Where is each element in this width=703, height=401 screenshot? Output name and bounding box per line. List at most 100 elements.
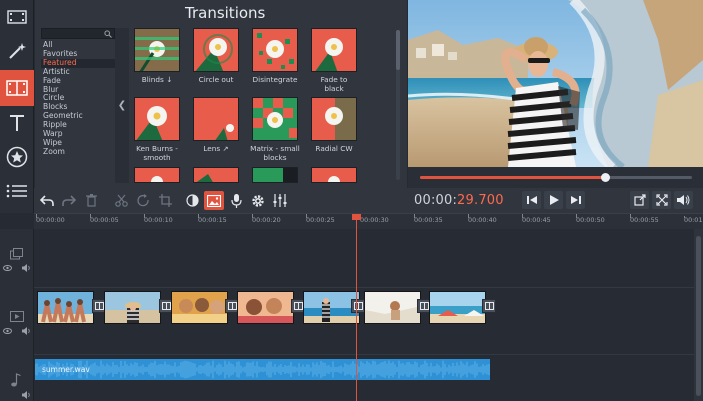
- crop-button[interactable]: [155, 191, 175, 210]
- transition-label: Disintegrate: [252, 75, 298, 84]
- transition-icon: [94, 302, 104, 310]
- timecode-main: 00:00:: [414, 193, 458, 208]
- transition-thumbnail-radial-cw[interactable]: [311, 97, 357, 141]
- play-button[interactable]: [544, 191, 563, 209]
- ruler-tick-label: 00:00:35: [414, 214, 443, 224]
- chevron-left-icon: ❮: [117, 100, 127, 111]
- eye-icon[interactable]: [3, 265, 12, 271]
- transition-label: Matrix - small blocks: [250, 144, 300, 162]
- video-clip[interactable]: [237, 291, 294, 324]
- redo-icon: [62, 194, 76, 206]
- transition-thumbnail[interactable]: [311, 167, 357, 183]
- trash-icon: [85, 194, 97, 207]
- transition-icon: [161, 302, 171, 310]
- category-list: All Favorites Featured Artistic Fade Blu…: [43, 40, 83, 157]
- volume-button[interactable]: [674, 191, 693, 209]
- ruler-tick-label: 00:00:05: [90, 214, 119, 224]
- video-clip[interactable]: [171, 291, 228, 324]
- ruler-tick-label: 00:00:50: [576, 214, 605, 224]
- export-button[interactable]: [630, 191, 649, 209]
- ruler-tick-label: 00:00:00: [36, 214, 65, 224]
- video-clip[interactable]: [364, 291, 421, 324]
- video-preview: [408, 0, 703, 167]
- record-audio-button[interactable]: [226, 191, 246, 210]
- transition-marker[interactable]: [351, 299, 365, 313]
- playback-progress-handle[interactable]: [600, 173, 610, 182]
- undo-button[interactable]: [37, 191, 57, 210]
- undo-icon: [40, 194, 54, 206]
- track-divider: [34, 287, 694, 288]
- audio-clip-name: summer.wav: [42, 365, 90, 374]
- speaker-icon[interactable]: [22, 327, 31, 335]
- transitions-button[interactable]: [0, 70, 34, 106]
- next-frame-button[interactable]: [566, 191, 585, 209]
- settings-button[interactable]: [248, 191, 268, 210]
- transition-label: Lens ↗: [203, 144, 229, 153]
- transition-thumbnail-circle-out[interactable]: [193, 28, 239, 72]
- eye-icon[interactable]: [3, 328, 12, 334]
- timeline-ruler[interactable]: 00:00:00 00:00:05 00:00:10 00:00:15 00:0…: [34, 213, 703, 229]
- ruler-tick-label: 00:00:30: [360, 214, 389, 224]
- text-icon: [10, 115, 24, 131]
- redo-button[interactable]: [59, 191, 79, 210]
- timeline-scrollbar-thumb[interactable]: [696, 236, 701, 396]
- speaker-icon[interactable]: [22, 264, 31, 272]
- transition-label: Circle out: [198, 75, 234, 84]
- video-clip[interactable]: [429, 291, 486, 324]
- video-clip[interactable]: [104, 291, 161, 324]
- transition-icon: [227, 302, 237, 310]
- playhead[interactable]: [356, 215, 357, 401]
- fullscreen-button[interactable]: [652, 191, 671, 209]
- playback-controls: 00:00:29.700: [408, 188, 703, 213]
- edit-toolbar: [34, 188, 408, 213]
- transition-marker[interactable]: [482, 299, 496, 313]
- video-track-icon: [10, 311, 24, 322]
- delete-button[interactable]: [81, 191, 101, 210]
- cut-button[interactable]: [111, 191, 131, 210]
- clip-properties-button[interactable]: [204, 191, 224, 210]
- transition-thumbnail-ken-burns[interactable]: [134, 97, 180, 141]
- filters-button[interactable]: [0, 34, 34, 68]
- transition-thumbnail-disintegrate[interactable]: [252, 28, 298, 72]
- volume-icon: [677, 195, 690, 205]
- transition-thumbnail[interactable]: [134, 167, 180, 183]
- transition-icon: [6, 80, 28, 96]
- video-clip[interactable]: [37, 291, 94, 324]
- transition-thumbnail-matrix[interactable]: [252, 97, 298, 141]
- list-menu-icon: [6, 184, 27, 198]
- image-icon: [207, 194, 221, 207]
- star-circle-icon: [6, 146, 28, 168]
- import-media-button[interactable]: [0, 0, 34, 34]
- transition-icon: [293, 302, 303, 310]
- timecode-fraction: 29.700: [457, 193, 504, 208]
- speaker-icon[interactable]: [22, 391, 31, 399]
- track-headers: [0, 229, 34, 401]
- fullscreen-icon: [655, 194, 668, 206]
- ruler-tick-label: 00:00:40: [468, 214, 497, 224]
- audio-clip[interactable]: summer.wav: [35, 359, 490, 380]
- equalizer-icon: [273, 194, 287, 207]
- transition-icon: [484, 302, 494, 310]
- transition-thumbnail-blinds[interactable]: [134, 28, 180, 72]
- ruler-tick-label: 00:00:45: [522, 214, 551, 224]
- music-note-icon: [11, 373, 21, 387]
- transitions-scrollbar-thumb[interactable]: [396, 30, 400, 70]
- playback-progress-fill: [420, 176, 605, 179]
- color-adjust-button[interactable]: [182, 191, 202, 210]
- transition-thumbnail[interactable]: [252, 167, 298, 183]
- titles-button[interactable]: [0, 106, 34, 140]
- transition-thumbnail-lens[interactable]: [193, 97, 239, 141]
- gear-icon: [252, 194, 264, 207]
- more-tools-button[interactable]: [0, 174, 34, 208]
- previous-frame-button[interactable]: [522, 191, 541, 209]
- equalizer-button[interactable]: [270, 191, 290, 210]
- stickers-button[interactable]: [0, 140, 34, 174]
- transition-thumbnail-fade-to-black[interactable]: [311, 28, 357, 72]
- search-input[interactable]: [41, 28, 115, 39]
- playhead-handle[interactable]: [352, 214, 361, 220]
- preview-frame-image: [408, 0, 703, 167]
- rotate-button[interactable]: [133, 191, 153, 210]
- transition-thumbnail[interactable]: [193, 167, 239, 183]
- category-zoom[interactable]: Zoom: [43, 147, 83, 157]
- microphone-icon: [230, 193, 242, 208]
